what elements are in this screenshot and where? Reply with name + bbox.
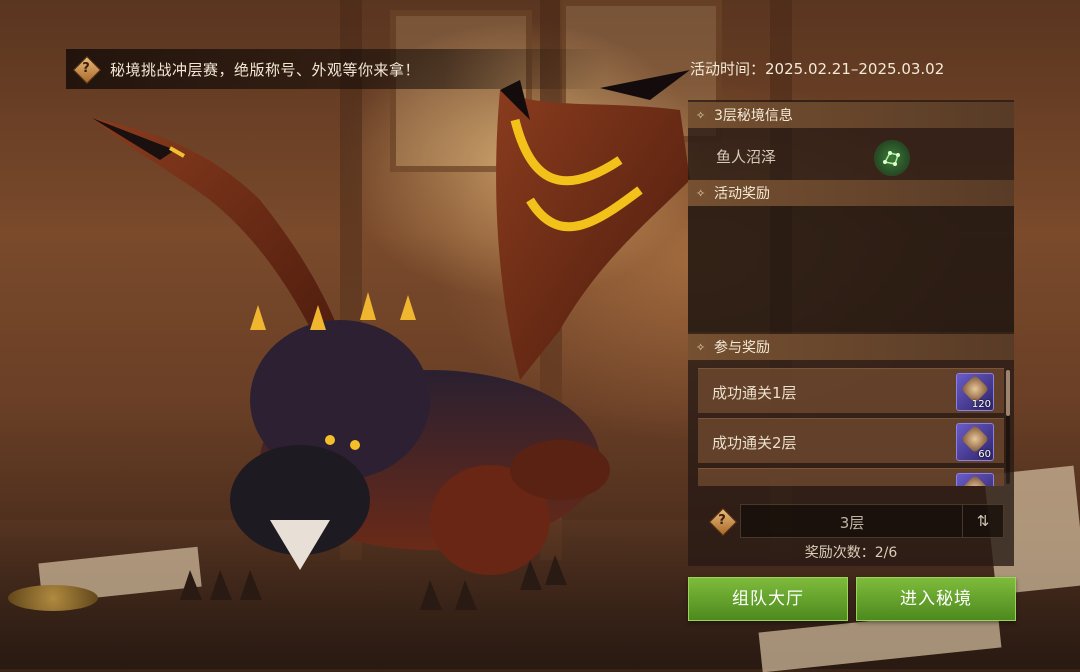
activity-rewards-title: 活动奖励 xyxy=(714,186,770,202)
floor-value: 3层 xyxy=(839,514,865,532)
reward-item-icon[interactable]: 120 xyxy=(956,373,994,411)
floor-stepper-icon[interactable]: ⇅ xyxy=(962,505,1003,537)
list-item: 成功通关2层 60 xyxy=(698,418,1004,463)
reward-condition: 成功通关2层 xyxy=(712,434,797,452)
event-banner: ? 秘境挑战冲层赛，绝版称号、外观等你来拿！ xyxy=(66,49,606,89)
dungeon-info-header: ✧ 3层秘境信息 xyxy=(688,102,1014,128)
activity-rewards-header: ✧ 活动奖励 xyxy=(688,180,1014,206)
event-time: 活动时间：2025.02.21–2025.03.02 xyxy=(690,60,945,78)
dungeon-panel: ✧ 3层秘境信息 鱼人沼泽 ✧ 活动奖励 ✧ 参与奖励 成功通关1层 120 成… xyxy=(688,100,1014,566)
reward-item-icon[interactable]: 60 xyxy=(956,423,994,461)
enter-dungeon-button[interactable]: 进入秘境 xyxy=(856,577,1016,621)
list-item: 成功通关1层 120 xyxy=(698,368,1004,413)
reward-item-icon[interactable] xyxy=(956,473,994,486)
activity-rewards-area xyxy=(688,206,1014,332)
dungeon-row: 鱼人沼泽 xyxy=(688,130,1014,180)
sparkle-icon: ✧ xyxy=(696,108,706,122)
participation-list[interactable]: 成功通关1层 120 成功通关2层 60 xyxy=(698,368,1004,486)
reward-count: 120 xyxy=(971,399,991,410)
list-scrollbar[interactable] xyxy=(1006,370,1010,484)
question-icon[interactable]: ? xyxy=(72,55,102,85)
sparkle-icon: ✧ xyxy=(696,340,706,354)
reward-count: 60 xyxy=(978,449,991,460)
banner-text: 秘境挑战冲层赛，绝版称号、外观等你来拿！ xyxy=(110,60,421,79)
sparkle-icon: ✧ xyxy=(696,186,706,200)
floor-selector[interactable]: 3层 ⇅ xyxy=(740,504,1004,538)
reward-condition: 成功通关1层 xyxy=(712,384,797,402)
constellation-icon[interactable] xyxy=(874,140,910,176)
participation-header: ✧ 参与奖励 xyxy=(688,334,1014,360)
dungeon-name: 鱼人沼泽 xyxy=(716,148,777,166)
list-item xyxy=(698,468,1004,486)
participation-title: 参与奖励 xyxy=(714,340,770,356)
question-icon[interactable]: ? xyxy=(708,507,738,537)
dungeon-info-title: 3层秘境信息 xyxy=(714,108,793,124)
team-hall-button[interactable]: 组队大厅 xyxy=(688,577,848,621)
reward-count-text: 奖励次数：2/6 xyxy=(804,545,898,561)
